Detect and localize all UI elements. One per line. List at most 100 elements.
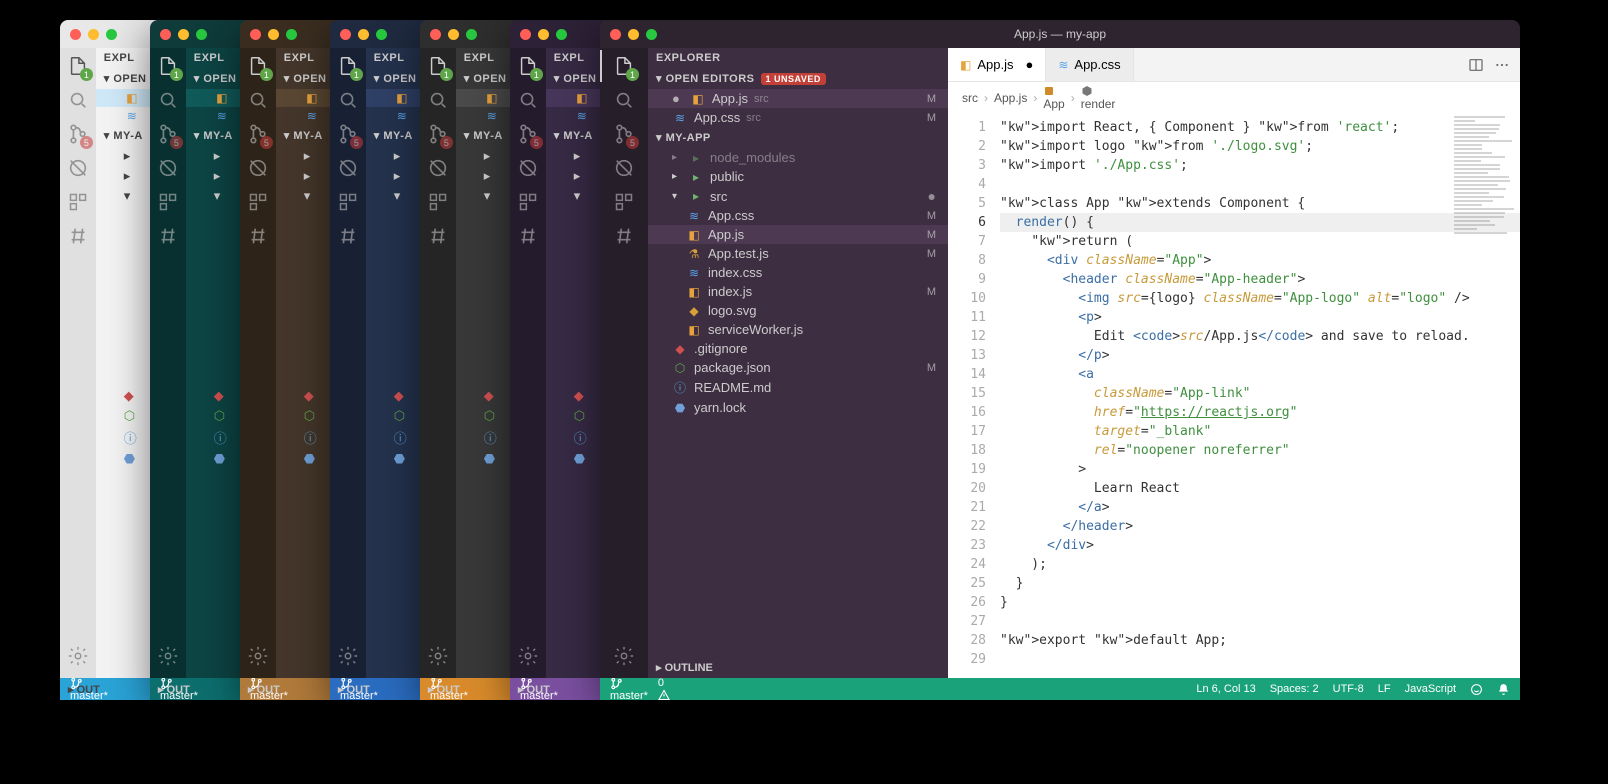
maximize-window-icon[interactable] bbox=[556, 29, 567, 40]
tree-item[interactable]: ▾▸src● bbox=[648, 186, 948, 206]
tree-item[interactable]: ⬡package.jsonM bbox=[648, 358, 948, 377]
maximize-window-icon[interactable] bbox=[646, 29, 657, 40]
debug-icon[interactable] bbox=[516, 156, 540, 180]
maximize-window-icon[interactable] bbox=[196, 29, 207, 40]
breadcrumb-segment[interactable]: App bbox=[1043, 85, 1064, 111]
tree-item[interactable]: ◧index.jsM bbox=[648, 282, 948, 301]
debug-icon[interactable] bbox=[336, 156, 360, 180]
open-editors-header[interactable]: ▾ OPEN EDITORS 1 UNSAVED bbox=[648, 68, 948, 89]
extensions-icon[interactable] bbox=[66, 190, 90, 214]
debug-icon[interactable] bbox=[156, 156, 180, 180]
explorer-icon[interactable]: 1 bbox=[516, 54, 540, 78]
search-icon[interactable] bbox=[426, 88, 450, 112]
tree-item[interactable]: ▸▸public bbox=[648, 167, 948, 186]
tree-item[interactable]: ≋index.css bbox=[648, 263, 948, 282]
minimize-window-icon[interactable] bbox=[178, 29, 189, 40]
tree-item[interactable]: ≋App.cssM bbox=[648, 206, 948, 225]
split-editor-icon[interactable] bbox=[1468, 57, 1484, 73]
close-window-icon[interactable] bbox=[430, 29, 441, 40]
debug-icon[interactable] bbox=[426, 156, 450, 180]
maximize-window-icon[interactable] bbox=[376, 29, 387, 40]
tree-item[interactable]: ▸▸node_modules bbox=[648, 148, 948, 167]
gear-icon[interactable] bbox=[246, 644, 270, 668]
search-icon[interactable] bbox=[246, 88, 270, 112]
project-header[interactable]: ▾ MY-APP bbox=[648, 127, 948, 148]
explorer-icon[interactable]: 1 bbox=[246, 54, 270, 78]
cursor-position[interactable]: Ln 6, Col 13 bbox=[1196, 683, 1255, 696]
hash-icon[interactable] bbox=[156, 224, 180, 248]
gear-icon[interactable] bbox=[336, 644, 360, 668]
debug-icon[interactable] bbox=[66, 156, 90, 180]
maximize-window-icon[interactable] bbox=[466, 29, 477, 40]
close-window-icon[interactable] bbox=[70, 29, 81, 40]
breadcrumb-segment[interactable]: src bbox=[962, 91, 978, 105]
breadcrumb-segment[interactable]: App.js bbox=[994, 91, 1027, 105]
tree-item[interactable]: ◧App.jsM bbox=[648, 225, 948, 244]
titlebar[interactable]: App.js — my-app bbox=[600, 20, 1520, 48]
extensions-icon[interactable] bbox=[246, 190, 270, 214]
close-window-icon[interactable] bbox=[250, 29, 261, 40]
search-icon[interactable] bbox=[66, 88, 90, 112]
search-icon[interactable] bbox=[612, 88, 636, 112]
search-icon[interactable] bbox=[336, 88, 360, 112]
tree-item[interactable]: ◆logo.svg bbox=[648, 301, 948, 320]
close-window-icon[interactable] bbox=[520, 29, 531, 40]
outline-header[interactable]: ▸ OUTLINE bbox=[648, 657, 948, 678]
editor-tab[interactable]: ◧App.js● bbox=[948, 48, 1046, 81]
scm-icon[interactable]: 5 bbox=[426, 122, 450, 146]
gear-icon[interactable] bbox=[516, 644, 540, 668]
maximize-window-icon[interactable] bbox=[106, 29, 117, 40]
minimize-window-icon[interactable] bbox=[358, 29, 369, 40]
debug-icon[interactable] bbox=[246, 156, 270, 180]
git-branch[interactable]: master* bbox=[610, 677, 648, 701]
code-area[interactable]: 1234567891011121314151617181920212223242… bbox=[948, 114, 1520, 678]
explorer-icon[interactable]: 1 bbox=[336, 54, 360, 78]
scm-icon[interactable]: 5 bbox=[336, 122, 360, 146]
debug-icon[interactable] bbox=[612, 156, 636, 180]
breadcrumb-segment[interactable]: render bbox=[1081, 85, 1116, 111]
scm-icon[interactable]: 5 bbox=[66, 122, 90, 146]
language-mode[interactable]: JavaScript bbox=[1405, 683, 1456, 696]
extensions-icon[interactable] bbox=[336, 190, 360, 214]
editor-tab[interactable]: ≋App.css bbox=[1046, 48, 1133, 81]
encoding[interactable]: UTF-8 bbox=[1333, 683, 1364, 696]
tree-item[interactable]: ⚗App.test.jsM bbox=[648, 244, 948, 263]
hash-icon[interactable] bbox=[426, 224, 450, 248]
minimize-window-icon[interactable] bbox=[538, 29, 549, 40]
tree-item[interactable]: ◧serviceWorker.js bbox=[648, 320, 948, 339]
indentation[interactable]: Spaces: 2 bbox=[1270, 683, 1319, 696]
search-icon[interactable] bbox=[156, 88, 180, 112]
close-window-icon[interactable] bbox=[340, 29, 351, 40]
tree-item[interactable]: ⓘREADME.md bbox=[648, 377, 948, 398]
scm-icon[interactable]: 5 bbox=[516, 122, 540, 146]
search-icon[interactable] bbox=[516, 88, 540, 112]
explorer-icon[interactable]: 1 bbox=[612, 54, 636, 78]
scm-icon[interactable]: 5 bbox=[612, 122, 636, 146]
gear-icon[interactable] bbox=[426, 644, 450, 668]
extensions-icon[interactable] bbox=[612, 190, 636, 214]
more-icon[interactable] bbox=[1494, 57, 1510, 73]
close-window-icon[interactable] bbox=[610, 29, 621, 40]
bell-icon[interactable] bbox=[1497, 683, 1510, 696]
maximize-window-icon[interactable] bbox=[286, 29, 297, 40]
gear-icon[interactable] bbox=[66, 644, 90, 668]
hash-icon[interactable] bbox=[246, 224, 270, 248]
tree-item[interactable]: ◆.gitignore bbox=[648, 339, 948, 358]
explorer-icon[interactable]: 1 bbox=[156, 54, 180, 78]
close-window-icon[interactable] bbox=[160, 29, 171, 40]
extensions-icon[interactable] bbox=[156, 190, 180, 214]
minimize-window-icon[interactable] bbox=[88, 29, 99, 40]
hash-icon[interactable] bbox=[612, 224, 636, 248]
code-text[interactable]: "kw">import React, { Component } "kw">fr… bbox=[996, 114, 1520, 678]
extensions-icon[interactable] bbox=[426, 190, 450, 214]
eol[interactable]: LF bbox=[1378, 683, 1391, 696]
explorer-icon[interactable]: 1 bbox=[426, 54, 450, 78]
explorer-icon[interactable]: 1 bbox=[66, 54, 90, 78]
feedback-icon[interactable] bbox=[1470, 683, 1483, 696]
open-editor-item[interactable]: ≋App.css srcM bbox=[648, 108, 948, 127]
minimize-window-icon[interactable] bbox=[448, 29, 459, 40]
minimize-window-icon[interactable] bbox=[628, 29, 639, 40]
gear-icon[interactable] bbox=[156, 644, 180, 668]
hash-icon[interactable] bbox=[516, 224, 540, 248]
minimize-window-icon[interactable] bbox=[268, 29, 279, 40]
